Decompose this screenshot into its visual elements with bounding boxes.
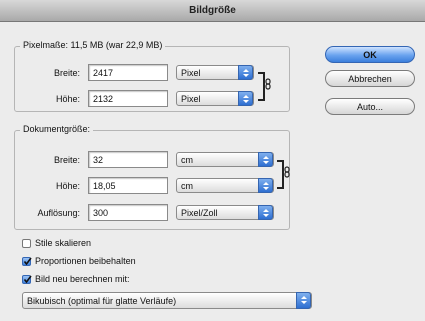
checkmark-icon <box>23 275 32 284</box>
title-bar[interactable]: Bildgröße <box>0 0 425 22</box>
chevron-updown-icon <box>296 292 311 309</box>
pixel-width-field[interactable]: 2417 <box>88 64 168 81</box>
pixel-height-unit-select[interactable]: Pixel <box>176 91 254 106</box>
resolution-field[interactable]: 300 <box>88 204 168 221</box>
document-size-legend: Dokumentgröße: <box>20 124 94 134</box>
auto-button[interactable]: Auto... <box>325 98 415 115</box>
chevron-updown-icon <box>258 205 273 220</box>
chevron-updown-icon <box>258 152 273 167</box>
resample-label: Bild neu berechnen mit: <box>35 274 130 284</box>
pixel-dimensions-legend: Pixelmaße: 11,5 MB (war 22,9 MB) <box>20 40 166 50</box>
pixel-width-unit-select[interactable]: Pixel <box>176 65 254 80</box>
chevron-updown-icon <box>258 178 273 193</box>
chevron-updown-icon <box>238 65 253 80</box>
chain-link-icon <box>284 166 290 178</box>
resolution-unit-value: Pixel/Zoll <box>181 208 218 218</box>
doc-height-unit-select[interactable]: cm <box>176 178 274 193</box>
pixel-width-label: Breite: <box>53 68 80 78</box>
ok-button[interactable]: OK <box>325 46 415 63</box>
resample-method-select[interactable]: Bikubisch (optimal für glatte Verläufe) <box>22 292 312 309</box>
pixel-height-label: Höhe: <box>55 94 80 104</box>
resolution-label: Auflösung: <box>37 208 80 218</box>
resolution-unit-select[interactable]: Pixel/Zoll <box>176 205 274 220</box>
scale-styles-label: Stile skalieren <box>35 238 92 248</box>
doc-height-unit-value: cm <box>181 181 193 191</box>
constrain-proportions-label: Proportionen beibehalten <box>35 256 136 266</box>
dialog-title: Bildgröße <box>189 5 236 16</box>
scale-styles-checkbox[interactable] <box>22 239 31 248</box>
checkmark-icon <box>23 257 32 266</box>
pixel-width-unit-value: Pixel <box>181 68 201 78</box>
image-size-dialog: Bildgröße Pixelmaße: 11,5 MB (war 22,9 M… <box>0 0 425 321</box>
doc-width-unit-value: cm <box>181 155 193 165</box>
pixel-height-field[interactable]: 2132 <box>88 90 168 107</box>
constrain-proportions-checkbox[interactable] <box>22 257 32 266</box>
doc-height-label: Höhe: <box>55 181 80 191</box>
chevron-updown-icon <box>238 91 253 106</box>
resample-method-value: Bikubisch (optimal für glatte Verläufe) <box>27 296 177 306</box>
resample-checkbox[interactable] <box>22 275 32 284</box>
doc-height-field[interactable]: 18,05 <box>88 177 168 194</box>
pixel-height-unit-value: Pixel <box>181 94 201 104</box>
doc-width-unit-select[interactable]: cm <box>176 152 274 167</box>
chain-link-icon <box>265 78 271 90</box>
doc-width-label: Breite: <box>53 155 80 165</box>
doc-width-field[interactable]: 32 <box>88 151 168 168</box>
cancel-button[interactable]: Abbrechen <box>325 70 415 87</box>
